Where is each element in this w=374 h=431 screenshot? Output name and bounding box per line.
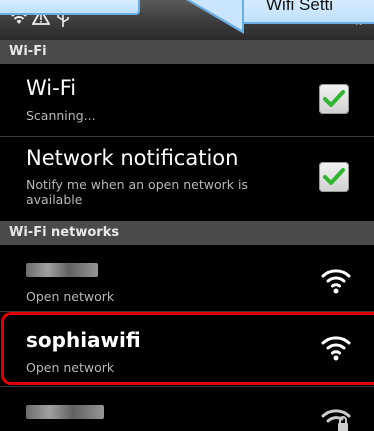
network-name-redacted (26, 263, 98, 277)
notification-title: Network notification (26, 146, 239, 170)
callout-box: Wifi Setti (242, 0, 374, 24)
checkmark-icon (323, 168, 345, 185)
callout-box-left (0, 0, 140, 15)
wifi-status: Scanning... (26, 108, 96, 123)
callout-text: Wifi Setti (266, 0, 334, 14)
network-list-item[interactable]: Open network (0, 245, 374, 311)
screen: ⇅ Wifi Setti Wi-Fi Wi-Fi Scanning... Net… (0, 0, 374, 431)
callout-pointer-fill (190, 0, 242, 30)
network-name-redacted (26, 405, 104, 419)
highlight-box (1, 312, 374, 385)
network-notification-row[interactable]: Network notification Notify me when an o… (0, 137, 374, 224)
wifi-checkbox[interactable] (319, 84, 349, 114)
wifi-toggle-row[interactable]: Wi-Fi Scanning... (0, 64, 374, 136)
wifi-title: Wi-Fi (26, 76, 77, 100)
checkmark-icon (323, 90, 345, 107)
network-list-item[interactable] (0, 387, 374, 431)
notification-checkbox[interactable] (319, 162, 349, 192)
section-header-wifi: Wi-Fi (0, 40, 374, 64)
network-status: Open network (26, 289, 115, 304)
notification-subtitle: Notify me when an open network is availa… (26, 177, 248, 207)
wifi-locked-icon (321, 409, 351, 431)
section-header-networks: Wi-Fi networks (0, 221, 374, 245)
wifi-signal-icon (321, 269, 351, 294)
